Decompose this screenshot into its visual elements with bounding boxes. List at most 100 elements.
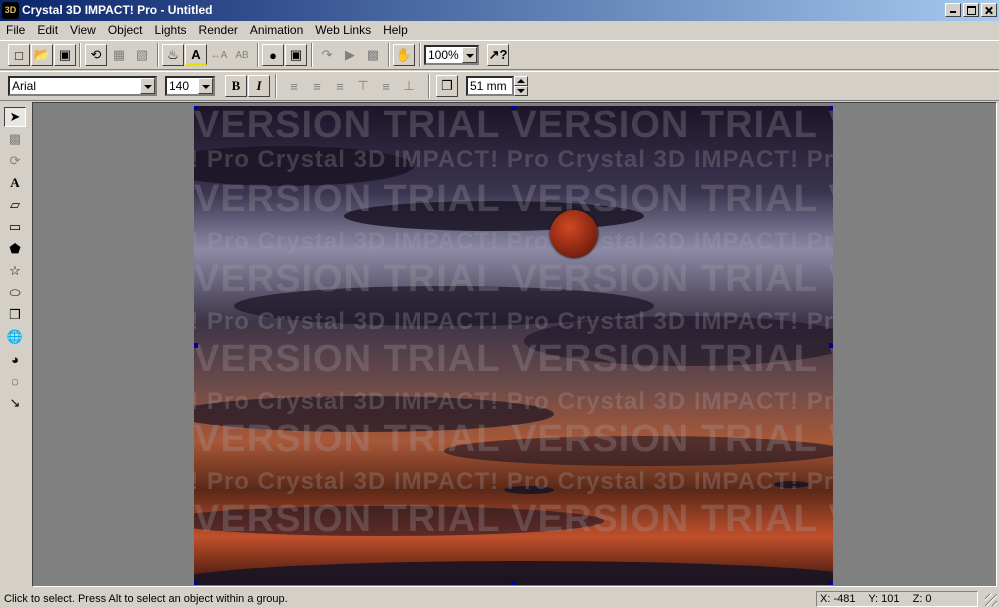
bold-button[interactable]: B xyxy=(225,75,247,97)
spell-check-icon[interactable]: AB xyxy=(231,44,253,66)
toolbar-separator xyxy=(275,74,277,98)
material-sphere-icon[interactable]: ● xyxy=(262,44,284,66)
open-folder-icon[interactable]: 📂 xyxy=(31,44,53,66)
align-center-icon[interactable]: ≡ xyxy=(306,75,328,97)
menu-object[interactable]: Object xyxy=(102,21,149,39)
selection-handle[interactable] xyxy=(829,106,833,110)
object-select-icon[interactable]: ▩ xyxy=(4,129,26,149)
texture-icon[interactable]: ▣ xyxy=(285,44,307,66)
freeform-icon[interactable]: ▱ xyxy=(4,195,26,215)
status-message: Click to select. Press Alt to select an … xyxy=(4,593,288,605)
font-select[interactable]: Arial xyxy=(8,76,157,96)
menu-view[interactable]: View xyxy=(64,21,102,39)
workspace[interactable]: VERSION TRIAL VERSION TRIAL VERSION TRIA… xyxy=(32,102,997,587)
title-bar: 3D Crystal 3D IMPACT! Pro - Untitled xyxy=(0,0,999,21)
selection-handle[interactable] xyxy=(194,581,198,585)
coord-z: Z: 0 xyxy=(912,593,932,605)
chevron-down-icon[interactable] xyxy=(462,47,477,63)
app-icon[interactable]: 3D xyxy=(2,2,19,19)
rotate-icon[interactable]: ⟳ xyxy=(4,151,26,171)
undo-icon[interactable]: ⟲ xyxy=(85,44,107,66)
watermark-trial: VERSION TRIAL VERSION TRIAL VERSION TRIA… xyxy=(194,258,833,300)
scene-canvas[interactable]: VERSION TRIAL VERSION TRIAL VERSION TRIA… xyxy=(194,106,833,585)
align-left-icon[interactable]: ≡ xyxy=(283,75,305,97)
watermark-brand: IMPACT! Pro Crystal 3D IMPACT! Pro Cryst… xyxy=(194,228,833,255)
toolbar-separator xyxy=(428,74,430,98)
ungroup-icon[interactable]: ▧ xyxy=(131,44,153,66)
depth-value: 51 mm xyxy=(470,79,507,93)
render-cursor-icon[interactable]: ↷ xyxy=(316,44,338,66)
close-button[interactable] xyxy=(981,3,997,17)
toolbar-separator xyxy=(79,43,81,67)
selection-handle[interactable] xyxy=(194,106,198,110)
font-size-select[interactable]: 140 xyxy=(165,76,215,96)
chevron-down-icon[interactable] xyxy=(198,78,213,94)
stepper-up-icon[interactable] xyxy=(514,76,528,86)
polygon-icon[interactable]: ⬟ xyxy=(4,239,26,259)
rectangle-icon[interactable]: ▭ xyxy=(4,217,26,237)
resize-grip-icon[interactable] xyxy=(985,594,997,606)
format-toolbar: Arial 140 B I ≡ ≡ ≡ ⊤ ≡ ⊥ ❐ 51 mm xyxy=(0,71,999,101)
cube-icon[interactable]: ❒ xyxy=(4,305,26,325)
depth-input[interactable]: 51 mm xyxy=(466,76,514,96)
align-right-icon[interactable]: ≡ xyxy=(329,75,351,97)
text-format-icon[interactable]: ↔A xyxy=(208,44,230,66)
coord-y: Y: 101 xyxy=(868,593,900,605)
toolbar-separator xyxy=(257,43,259,67)
watermark-brand: IMPACT! Pro Crystal 3D IMPACT! Pro Cryst… xyxy=(194,388,833,415)
play-icon[interactable]: ▶ xyxy=(339,44,361,66)
import-icon[interactable]: ↘ xyxy=(4,393,26,413)
light-bulb-icon[interactable]: ◕ xyxy=(4,349,26,369)
menu-help[interactable]: Help xyxy=(377,21,414,39)
selection-handle[interactable] xyxy=(194,343,198,348)
chevron-down-icon[interactable] xyxy=(140,78,155,94)
toolbar-separator xyxy=(157,43,159,67)
toolbar-separator xyxy=(311,43,313,67)
menu-file[interactable]: File xyxy=(0,21,31,39)
paint-bucket-icon[interactable]: ♨ xyxy=(162,44,184,66)
ellipse-icon[interactable]: ⬭ xyxy=(4,283,26,303)
zoom-select[interactable]: 100% xyxy=(424,45,479,65)
stepper-down-icon[interactable] xyxy=(514,86,528,96)
menu-render[interactable]: Render xyxy=(193,21,244,39)
text-color-icon[interactable]: A xyxy=(185,44,207,66)
pan-hand-icon[interactable]: ✋ xyxy=(393,44,415,66)
minimize-button[interactable] xyxy=(945,3,961,17)
spotlight-icon[interactable]: ◌ xyxy=(4,371,26,391)
align-top-icon[interactable]: ⊤ xyxy=(352,75,374,97)
help-pointer-icon[interactable]: ↗? xyxy=(487,44,509,66)
watermark-brand: IMPACT! Pro Crystal 3D IMPACT! Pro Cryst… xyxy=(194,146,833,173)
selection-handle[interactable] xyxy=(829,343,833,348)
font-size-value: 140 xyxy=(169,79,190,93)
menu-lights[interactable]: Lights xyxy=(149,21,193,39)
selection-handle[interactable] xyxy=(511,581,516,585)
coordinate-readout: X: -481 Y: 101 Z: 0 xyxy=(816,591,978,607)
new-file-icon[interactable]: □ xyxy=(8,44,30,66)
star-icon[interactable]: ☆ xyxy=(4,261,26,281)
menu-web-links[interactable]: Web Links xyxy=(309,21,377,39)
globe-icon[interactable]: 🌐 xyxy=(4,327,26,347)
toolbar-separator xyxy=(388,43,390,67)
align-middle-icon[interactable]: ≡ xyxy=(375,75,397,97)
menu-animation[interactable]: Animation xyxy=(244,21,309,39)
menu-edit[interactable]: Edit xyxy=(31,21,64,39)
selection-handle[interactable] xyxy=(829,581,833,585)
watermark-brand: IMPACT! Pro Crystal 3D IMPACT! Pro Cryst… xyxy=(194,468,833,495)
depth-stepper[interactable] xyxy=(514,76,528,96)
sun-sphere-object[interactable] xyxy=(550,210,598,258)
film-icon[interactable]: ▩ xyxy=(362,44,384,66)
watermark-trial: VERSION TRIAL VERSION TRIAL VERSION TRIA… xyxy=(194,178,833,220)
watermark-trial: VERSION TRIAL VERSION TRIAL VERSION TRIA… xyxy=(194,338,833,380)
align-bottom-icon[interactable]: ⊥ xyxy=(398,75,420,97)
select-arrow-icon[interactable]: ➤ xyxy=(4,107,26,127)
selection-handle[interactable] xyxy=(511,106,516,110)
watermark-trial: VERSION TRIAL VERSION TRIAL VERSION TRIA… xyxy=(194,418,833,460)
group-icon[interactable]: ▦ xyxy=(108,44,130,66)
italic-button[interactable]: I xyxy=(248,75,270,97)
maximize-button[interactable] xyxy=(963,3,979,17)
zoom-value: 100% xyxy=(428,48,459,62)
watermark-trial: VERSION TRIAL VERSION TRIAL VERSION TRIA… xyxy=(194,498,833,540)
text-tool-icon[interactable]: A xyxy=(4,173,26,193)
save-icon[interactable]: ▣ xyxy=(54,44,76,66)
extrude-depth-icon[interactable]: ❐ xyxy=(436,75,458,97)
